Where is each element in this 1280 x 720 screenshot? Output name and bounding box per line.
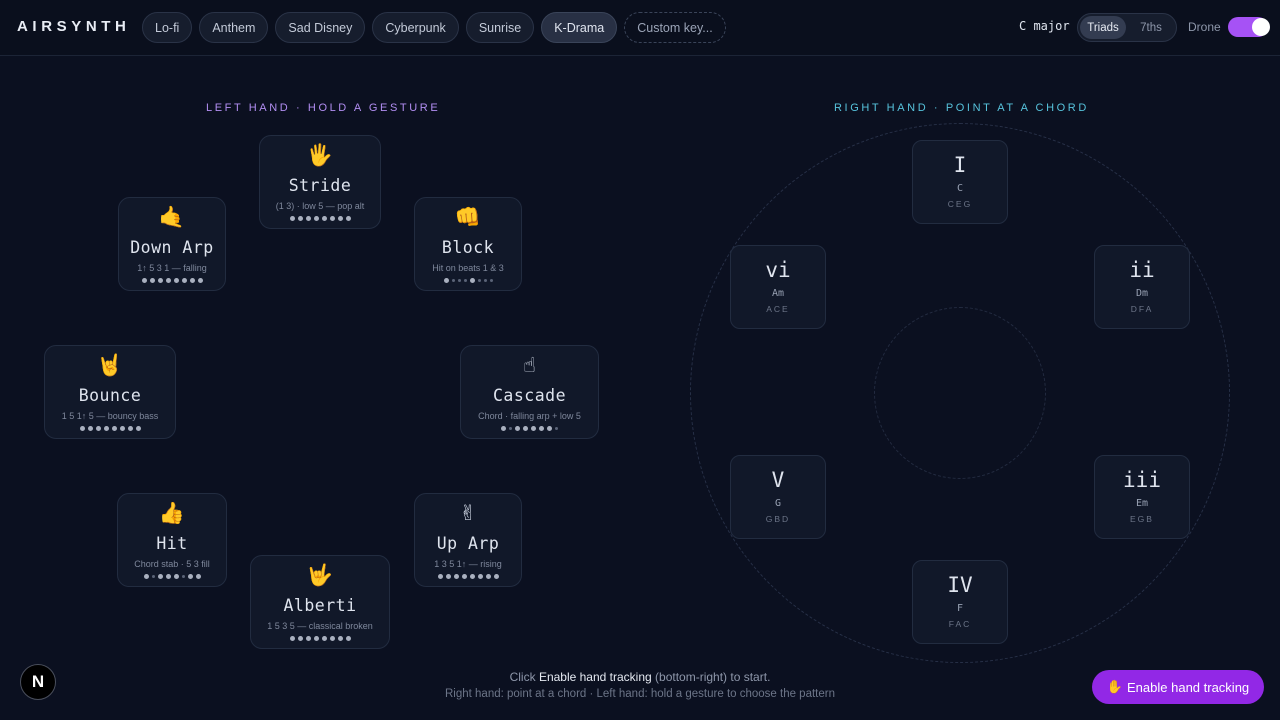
- chord-notes: DFA: [1130, 304, 1154, 314]
- gesture-card-down-arp[interactable]: 🤙 Down Arp 1↑ 5 3 1 — falling: [118, 197, 226, 291]
- chord-card-vi[interactable]: vi Am ACE: [730, 245, 826, 329]
- gesture-card-block[interactable]: 👊 Block Hit on beats 1 & 3: [414, 197, 522, 291]
- pattern-dots: [251, 636, 389, 641]
- top-bar: AIRSYNTH Lo-fi Anthem Sad Disney Cyberpu…: [0, 0, 1280, 56]
- usage-hint: Right hand: point at a chord · Left hand…: [445, 688, 835, 700]
- preset-k-drama[interactable]: K-Drama: [541, 12, 618, 43]
- gesture-card-hit[interactable]: 👍 Hit Chord stab · 5 3 fill: [117, 493, 227, 587]
- chord-wheel-center: [874, 307, 1046, 479]
- gesture-name: Down Arp: [130, 238, 214, 257]
- chord-numeral: V: [771, 468, 785, 492]
- hint-suffix: (bottom-right) to start.: [655, 670, 771, 684]
- chord-card-V[interactable]: V G GBD: [730, 455, 826, 539]
- preset-lofi[interactable]: Lo-fi: [142, 12, 193, 43]
- gesture-description: 1↑ 5 3 1 — falling: [137, 263, 207, 273]
- app-logo: AIRSYNTH: [17, 18, 131, 35]
- gesture-card-bounce[interactable]: 🤘 Bounce 1 5 1↑ 5 — bouncy bass: [44, 345, 176, 439]
- preset-cyberpunk[interactable]: Cyberpunk: [372, 12, 459, 43]
- start-hint: Click Enable hand tracking (bottom-right…: [0, 670, 1280, 684]
- gesture-card-cascade[interactable]: ☝ Cascade Chord · falling arp + low 5: [460, 345, 599, 439]
- hint-prefix: Click: [509, 670, 536, 684]
- pointing-finger-icon: ☝: [523, 354, 536, 377]
- chord-numeral: vi: [765, 258, 791, 282]
- pattern-dots: [119, 278, 225, 283]
- chord-name: C: [956, 183, 964, 194]
- gesture-name: Stride: [288, 176, 352, 195]
- open-hand-icon: 🖐: [306, 144, 334, 167]
- chord-notes: ACE: [766, 304, 790, 314]
- voicing-toggle: Triads 7ths: [1077, 13, 1177, 42]
- hint-emphasis: Enable hand tracking: [538, 670, 652, 684]
- gesture-description: Hit on beats 1 & 3: [432, 263, 504, 273]
- chord-numeral: IV: [947, 573, 973, 597]
- chord-card-ii[interactable]: ii Dm DFA: [1094, 245, 1190, 329]
- custom-key-button[interactable]: Custom key...: [624, 12, 726, 43]
- gesture-description: Chord · falling arp + low 5: [478, 411, 581, 421]
- gesture-card-stride[interactable]: 🖐 Stride (1 3) · low 5 — pop alt: [259, 135, 381, 229]
- chord-name: Dm: [1135, 288, 1149, 299]
- chord-name: G: [774, 498, 782, 509]
- chord-name: Am: [771, 288, 785, 299]
- chord-notes: EGB: [1130, 514, 1154, 524]
- gesture-description: 1 3 5 1↑ — rising: [434, 559, 502, 569]
- gesture-description: Chord stab · 5 3 fill: [134, 559, 210, 569]
- love-you-hand-icon: 🤟: [306, 564, 334, 587]
- chord-card-IV[interactable]: IV F FAC: [912, 560, 1008, 644]
- gesture-name: Bounce: [78, 386, 142, 405]
- preset-sad-disney[interactable]: Sad Disney: [275, 12, 366, 43]
- thumbs-up-icon: 👍: [158, 502, 186, 525]
- gesture-name: Alberti: [283, 596, 357, 615]
- victory-hand-icon: ✌: [459, 502, 477, 525]
- gesture-description: 1 5 1↑ 5 — bouncy bass: [61, 411, 159, 421]
- chord-name: Em: [1135, 498, 1149, 509]
- pattern-dots: [415, 278, 521, 283]
- chord-numeral: I: [953, 153, 967, 177]
- preset-sunrise[interactable]: Sunrise: [465, 12, 535, 43]
- raised-hand-icon: ✋: [1106, 679, 1124, 694]
- chord-numeral: ii: [1129, 258, 1155, 282]
- gesture-name: Cascade: [492, 386, 567, 405]
- enable-hand-tracking-label: Enable hand tracking: [1127, 679, 1250, 695]
- pattern-dots: [260, 216, 380, 221]
- call-me-hand-icon: 🤙: [158, 206, 186, 229]
- gesture-description: (1 3) · low 5 — pop alt: [275, 201, 365, 211]
- chord-card-iii[interactable]: iii Em EGB: [1094, 455, 1190, 539]
- right-hand-heading: RIGHT HAND · POINT AT A CHORD: [834, 102, 1089, 114]
- drone-toggle-knob: [1252, 18, 1270, 36]
- chord-notes: CEG: [947, 199, 973, 209]
- gesture-name: Hit: [156, 534, 188, 553]
- chord-card-I[interactable]: I C CEG: [912, 140, 1008, 224]
- chord-notes: FAC: [948, 619, 972, 629]
- left-hand-heading: LEFT HAND · HOLD A GESTURE: [206, 102, 441, 114]
- triads-option[interactable]: Triads: [1080, 16, 1126, 39]
- gesture-description: 1 5 3 5 — classical broken: [267, 621, 373, 631]
- drone-toggle[interactable]: [1228, 17, 1270, 37]
- preset-list: Lo-fi Anthem Sad Disney Cyberpunk Sunris…: [142, 12, 726, 43]
- chord-name: F: [956, 603, 964, 614]
- preset-anthem[interactable]: Anthem: [199, 12, 269, 43]
- chord-numeral: iii: [1123, 468, 1161, 492]
- fist-icon: 👊: [454, 206, 482, 229]
- key-label: C major: [1019, 19, 1070, 33]
- pattern-dots: [461, 426, 598, 431]
- gesture-card-up-arp[interactable]: ✌ Up Arp 1 3 5 1↑ — rising: [414, 493, 522, 587]
- drone-label: Drone: [1188, 20, 1221, 34]
- enable-hand-tracking-button[interactable]: ✋ Enable hand tracking: [1092, 670, 1264, 704]
- pattern-dots: [118, 574, 226, 579]
- rock-hand-icon: 🤘: [96, 354, 124, 377]
- gesture-card-alberti[interactable]: 🤟 Alberti 1 5 3 5 — classical broken: [250, 555, 390, 649]
- chord-notes: GBD: [765, 514, 791, 524]
- pattern-dots: [45, 426, 175, 431]
- pattern-dots: [415, 574, 521, 579]
- gesture-name: Block: [441, 238, 495, 257]
- gesture-name: Up Arp: [436, 534, 500, 553]
- sevenths-option[interactable]: 7ths: [1128, 16, 1174, 39]
